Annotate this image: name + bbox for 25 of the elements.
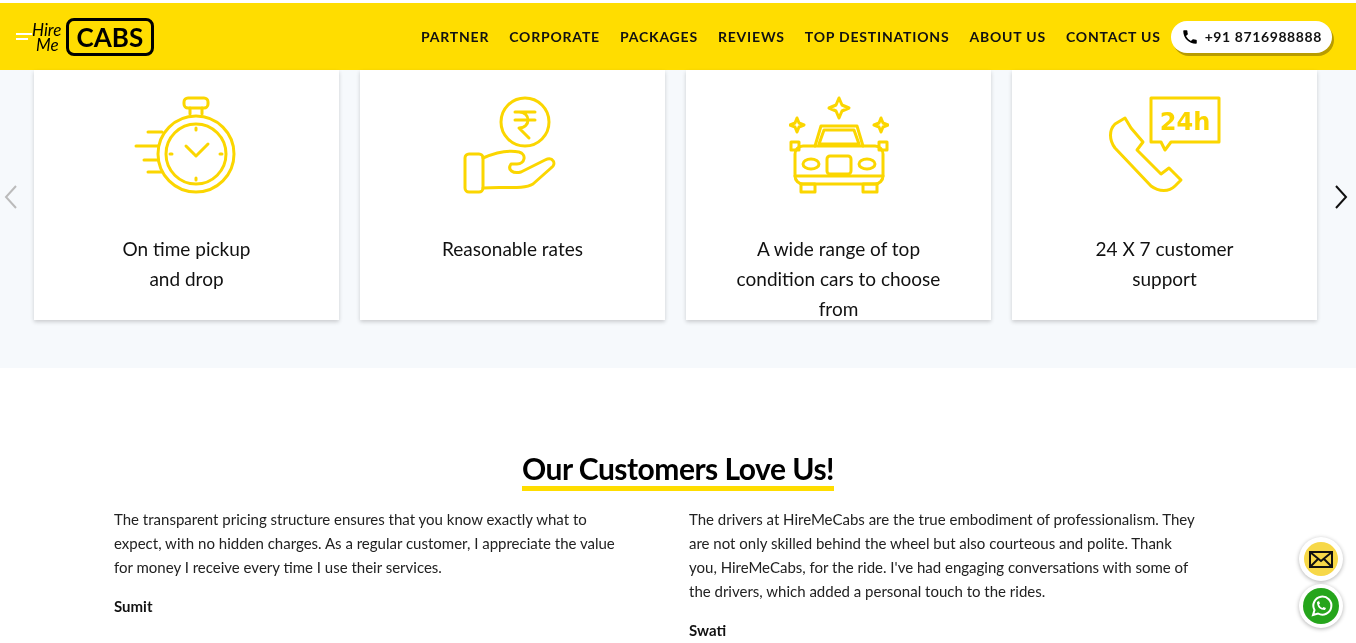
nav-link[interactable]: CONTACT US [1065,26,1161,47]
feature-label: 24 X 7 customer support [1095,236,1234,292]
feature-label: A wide range of top condition cars to choose from [736,236,941,322]
email-button[interactable] [1299,537,1343,581]
reviewer-name: Swati [689,620,728,641]
envelope-icon [1304,542,1338,576]
chat-bubble-icon [1303,588,1339,624]
nav-link[interactable]: CORPORATE [509,26,600,47]
car-icon [788,96,889,196]
feature-label: On time pickup and drop [122,236,251,292]
testimonial-text: The transparent pricing structure ensures that you know exactly what to expect, with no hidden charges. As a regular customer, I appreciate the value for money I receive every time I use their services. [114,509,616,578]
nav-link[interactable]: PARTNER [420,26,490,47]
logo-text: Me [36,36,59,52]
feature-label: Reasonable rates [442,236,583,262]
logo-text: Hire [32,21,62,37]
reviewer-name: Sumit [114,596,154,617]
phone-button[interactable]: +91 8716988888 [1170,20,1332,53]
phone-icon [1180,27,1199,46]
testimonial-text: The drivers at HireMeCabs are the true embodiment of professionalism. They are not only skilled behind the wheel but also courteous and polite. Thank you, HireMeCabs, for the ride. I've had engaging conversations with some of the drivers, which added a personal touch to the rides. [689,509,1196,602]
nav-link[interactable]: PACKAGES [619,26,698,47]
nav-link[interactable]: TOP DESTINATIONS [804,26,950,47]
section-heading: Our Customers Love Us! [521,450,835,491]
nav-link[interactable]: ABOUT US [969,26,1046,47]
logo-badge: CABS [65,17,155,56]
nav-link[interactable]: REVIEWS [717,26,785,47]
